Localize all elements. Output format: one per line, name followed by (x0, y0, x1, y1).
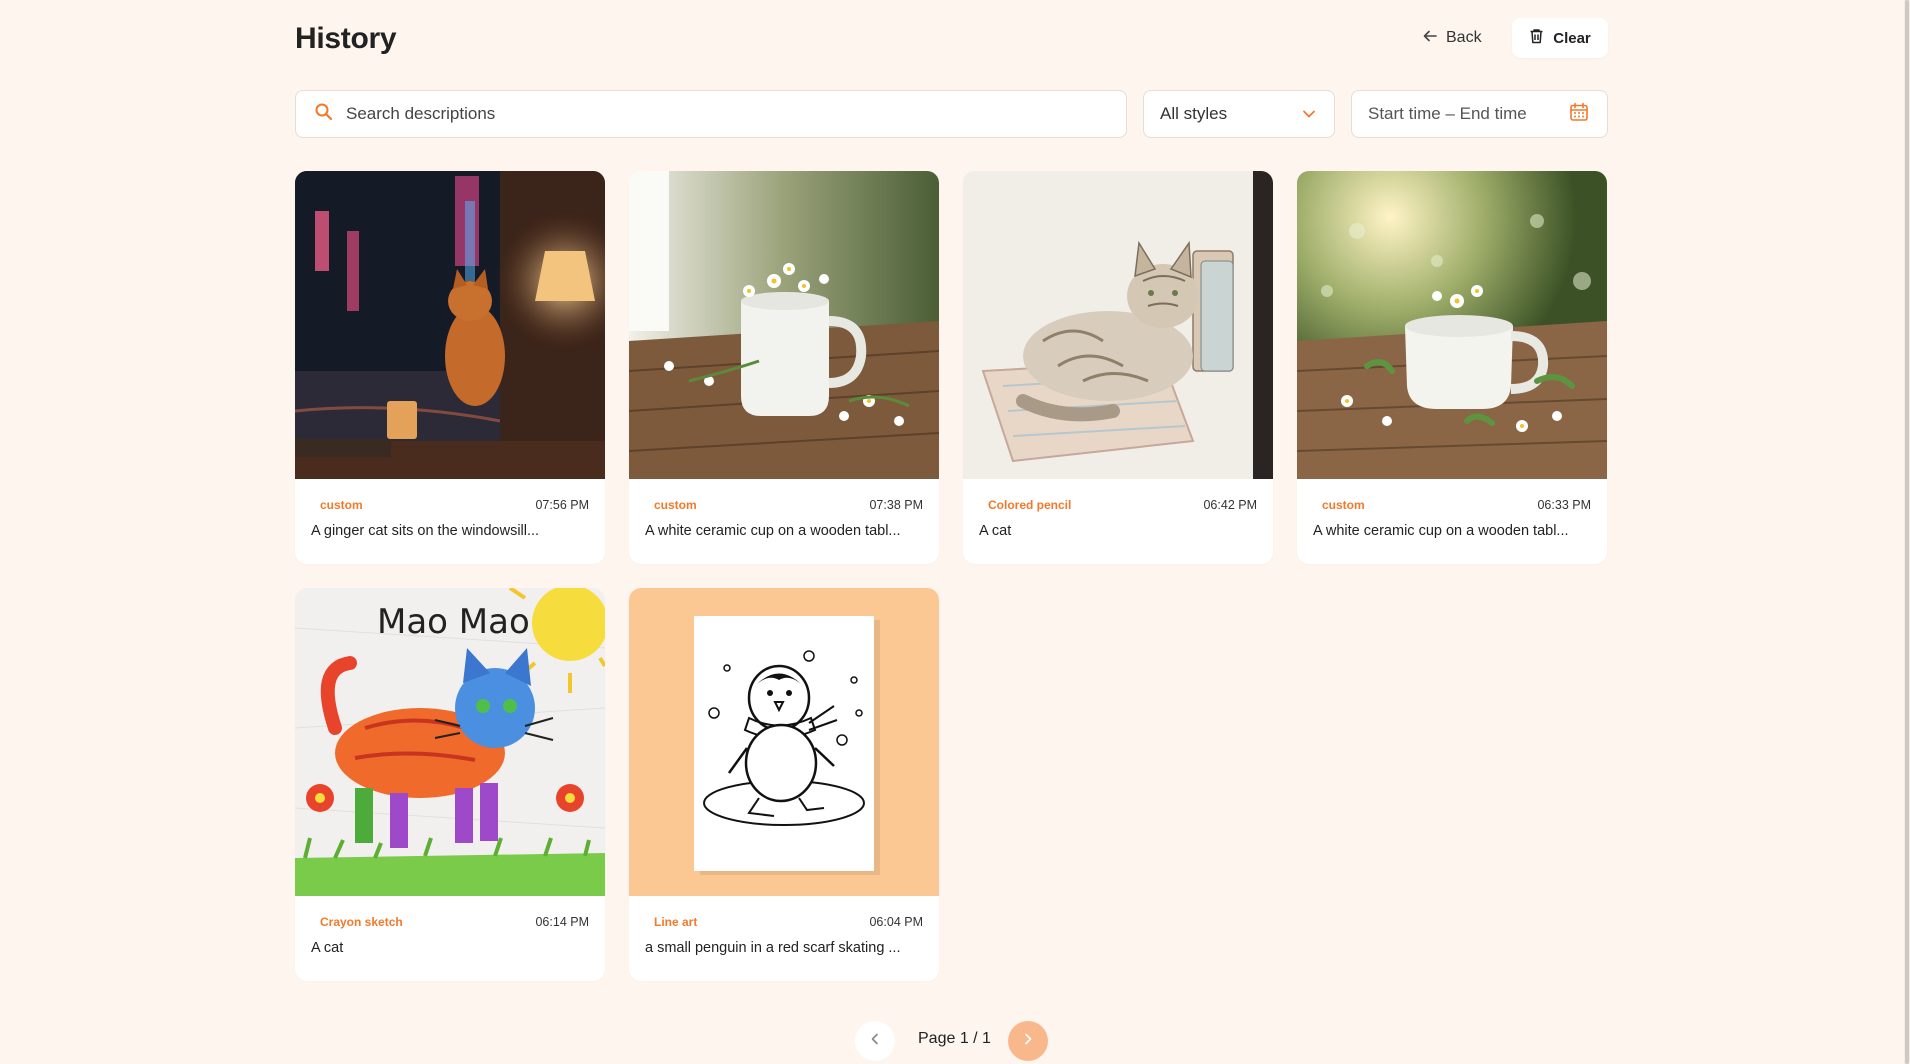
history-page: History Back Clear All styles Start time… (0, 0, 1910, 1064)
page-title: History (295, 22, 397, 55)
next-page-button[interactable] (1008, 1021, 1048, 1061)
search-icon (314, 102, 334, 127)
card-description: A ginger cat sits on the windowsill... (311, 523, 540, 539)
search-input[interactable] (346, 104, 1126, 124)
style-badge: custom (654, 498, 697, 512)
clear-label: Clear (1553, 29, 1591, 47)
card-time: 06:42 PM (1203, 498, 1257, 512)
card-thumbnail (963, 171, 1273, 479)
prev-page-button[interactable] (855, 1021, 895, 1061)
card-time: 06:14 PM (535, 915, 589, 929)
scrollbar-thumb[interactable] (1905, 0, 1909, 1064)
style-badge: Line art (654, 915, 698, 929)
history-card[interactable]: custom 07:38 PM A white ceramic cup on a… (629, 171, 939, 564)
card-thumbnail (629, 588, 939, 896)
card-thumbnail (629, 171, 939, 479)
crayon-caption: Mao Mao (377, 602, 530, 642)
page-indicator: Page 1 / 1 (918, 1030, 991, 1047)
card-description: A white ceramic cup on a wooden tabl... (1313, 523, 1569, 539)
card-thumbnail (295, 171, 605, 479)
history-card[interactable]: custom 07:56 PM A ginger cat sits on the… (295, 171, 605, 564)
history-card[interactable]: Mao Mao Crayon sketch 06:14 PM A cat (295, 588, 605, 981)
style-badge: custom (1322, 498, 1365, 512)
card-description: A cat (311, 940, 344, 956)
style-badge: Crayon sketch (320, 915, 403, 929)
trash-icon (1529, 28, 1544, 48)
history-card[interactable]: custom 06:33 PM A white ceramic cup on a… (1297, 171, 1607, 564)
calendar-icon (1569, 102, 1589, 127)
card-time: 07:38 PM (869, 498, 923, 512)
history-card[interactable]: Line art 06:04 PM a small penguin in a r… (629, 588, 939, 981)
style-select-value: All styles (1160, 104, 1228, 123)
clear-button[interactable]: Clear (1512, 18, 1608, 58)
style-badge: custom (320, 498, 363, 512)
date-range-placeholder: Start time – End time (1368, 104, 1527, 123)
card-time: 06:33 PM (1537, 498, 1591, 512)
chevron-down-icon (1302, 104, 1316, 124)
search-box (295, 90, 1127, 138)
card-thumbnail: Mao Mao (295, 588, 605, 896)
chevron-right-icon (1023, 1032, 1033, 1050)
arrow-left-icon (1422, 28, 1438, 49)
chevron-left-icon (870, 1032, 880, 1050)
date-range-picker[interactable]: Start time – End time (1351, 90, 1608, 138)
style-select[interactable]: All styles (1143, 90, 1335, 138)
card-description: a small penguin in a red scarf skating .… (645, 940, 901, 956)
card-time: 07:56 PM (535, 498, 589, 512)
back-button[interactable]: Back (1410, 18, 1494, 58)
card-thumbnail (1297, 171, 1607, 479)
style-badge: Colored pencil (988, 498, 1072, 512)
back-label: Back (1446, 29, 1482, 46)
history-card[interactable]: Colored pencil 06:42 PM A cat (963, 171, 1273, 564)
card-description: A cat (979, 523, 1012, 539)
card-time: 06:04 PM (869, 915, 923, 929)
card-description: A white ceramic cup on a wooden tabl... (645, 523, 901, 539)
